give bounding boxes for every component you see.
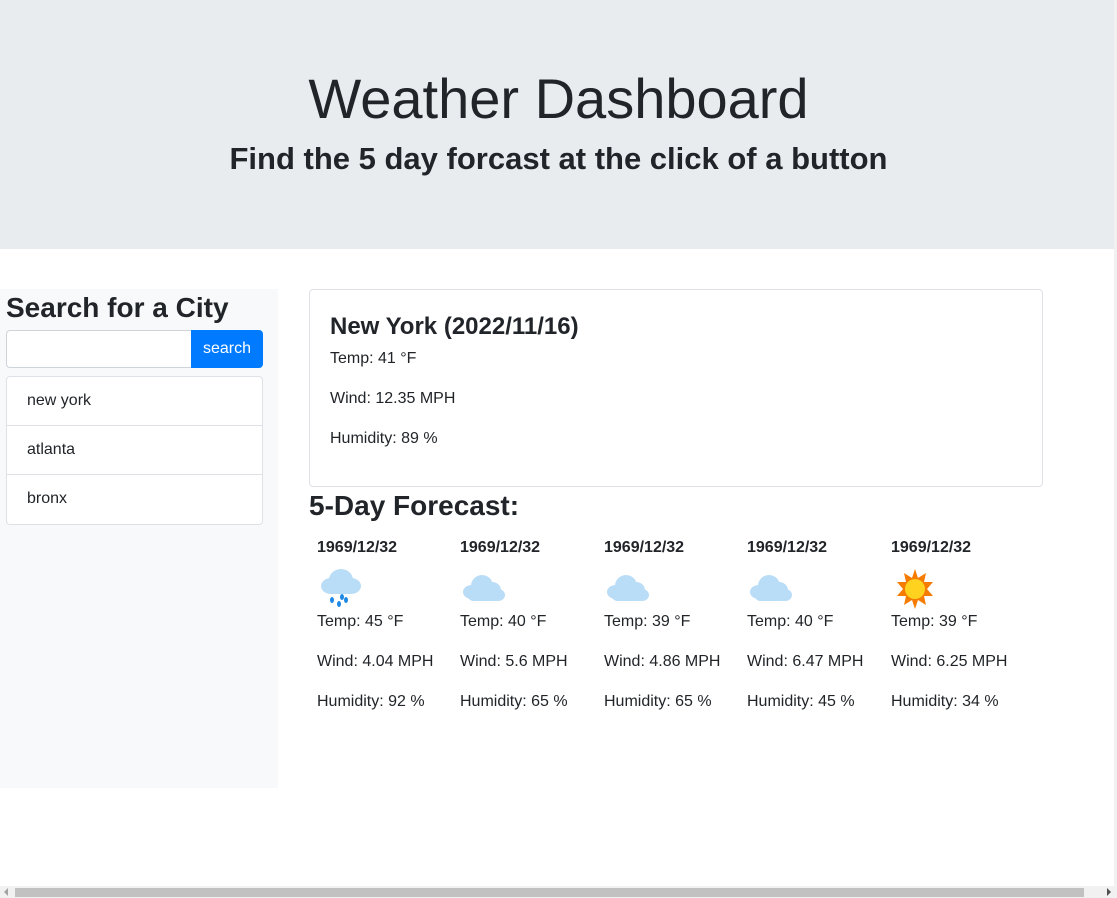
search-button[interactable]: search — [191, 330, 263, 368]
forecast-date: 1969/12/32 — [604, 539, 685, 556]
forecast-wind: Wind: 6.47 MPH — [747, 653, 864, 670]
current-humidity: Humidity: 89 % — [330, 430, 438, 447]
forecast-date: 1969/12/32 — [317, 539, 398, 556]
cloud-icon — [604, 566, 652, 610]
header-jumbotron: Weather Dashboard Find the 5 day forcast… — [0, 0, 1117, 249]
forecast-temp: Temp: 45 °F — [317, 613, 404, 630]
search-history-list: new york atlanta bronx — [6, 376, 263, 525]
forecast-date: 1969/12/32 — [747, 539, 828, 556]
forecast-temp: Temp: 39 °F — [604, 613, 691, 630]
forecast-wind: Wind: 4.04 MPH — [317, 653, 434, 670]
forecast-wind: Wind: 6.25 MPH — [891, 653, 1008, 670]
forecast-day-card: 1969/12/32 Temp: 45 °F Wind: 4.04 MPH Hu… — [317, 536, 437, 714]
forecast-date: 1969/12/32 — [891, 539, 972, 556]
forecast-day-card: 1969/12/32 Temp: 40 °F Wind: 5.6 MPH Hum… — [460, 536, 580, 714]
rain-cloud-icon — [317, 566, 365, 610]
forecast-humidity: Humidity: 65 % — [460, 693, 568, 710]
forecast-humidity: Humidity: 34 % — [891, 693, 999, 710]
page-title: Weather Dashboard — [308, 67, 809, 130]
forecast-wind: Wind: 5.6 MPH — [460, 653, 568, 670]
scrollbar-thumb[interactable] — [15, 888, 1084, 897]
forecast-day-card: 1969/12/32 Temp: 39 °F Wind: 6.25 MPH Hu… — [891, 536, 1011, 714]
current-wind: Wind: 12.35 MPH — [330, 390, 456, 407]
forecast-humidity: Humidity: 92 % — [317, 693, 425, 710]
city-search-input[interactable] — [6, 330, 191, 368]
cloud-icon — [460, 566, 508, 610]
current-city-title: New York (2022/11/16) — [330, 313, 579, 340]
search-heading: Search for a City — [6, 292, 229, 323]
forecast-humidity: Humidity: 45 % — [747, 693, 855, 710]
sun-icon — [891, 566, 939, 610]
sidebar: Search for a City search new york atlant… — [0, 289, 278, 788]
search-form: search — [6, 330, 263, 368]
page-subtitle: Find the 5 day forcast at the click of a… — [229, 141, 888, 176]
cloud-icon — [747, 566, 795, 610]
forecast-date: 1969/12/32 — [460, 539, 541, 556]
scroll-left-icon[interactable] — [4, 888, 8, 896]
current-temp: Temp: 41 °F — [330, 350, 417, 367]
history-item-atlanta[interactable]: atlanta — [7, 426, 262, 475]
forecast-temp: Temp: 39 °F — [891, 613, 978, 630]
current-weather-card: New York (2022/11/16) Temp: 41 °F Wind: … — [309, 289, 1043, 487]
forecast-temp: Temp: 40 °F — [460, 613, 547, 630]
scroll-right-icon[interactable] — [1107, 888, 1111, 896]
forecast-day-card: 1969/12/32 Temp: 39 °F Wind: 4.86 MPH Hu… — [604, 536, 724, 714]
forecast-wind: Wind: 4.86 MPH — [604, 653, 721, 670]
forecast-heading: 5-Day Forecast: — [309, 490, 520, 521]
horizontal-scrollbar[interactable] — [0, 886, 1117, 898]
forecast-humidity: Humidity: 65 % — [604, 693, 712, 710]
history-item-new-york[interactable]: new york — [7, 377, 262, 426]
forecast-day-card: 1969/12/32 Temp: 40 °F Wind: 6.47 MPH Hu… — [747, 536, 867, 714]
forecast-temp: Temp: 40 °F — [747, 613, 834, 630]
history-item-bronx[interactable]: bronx — [7, 475, 262, 524]
